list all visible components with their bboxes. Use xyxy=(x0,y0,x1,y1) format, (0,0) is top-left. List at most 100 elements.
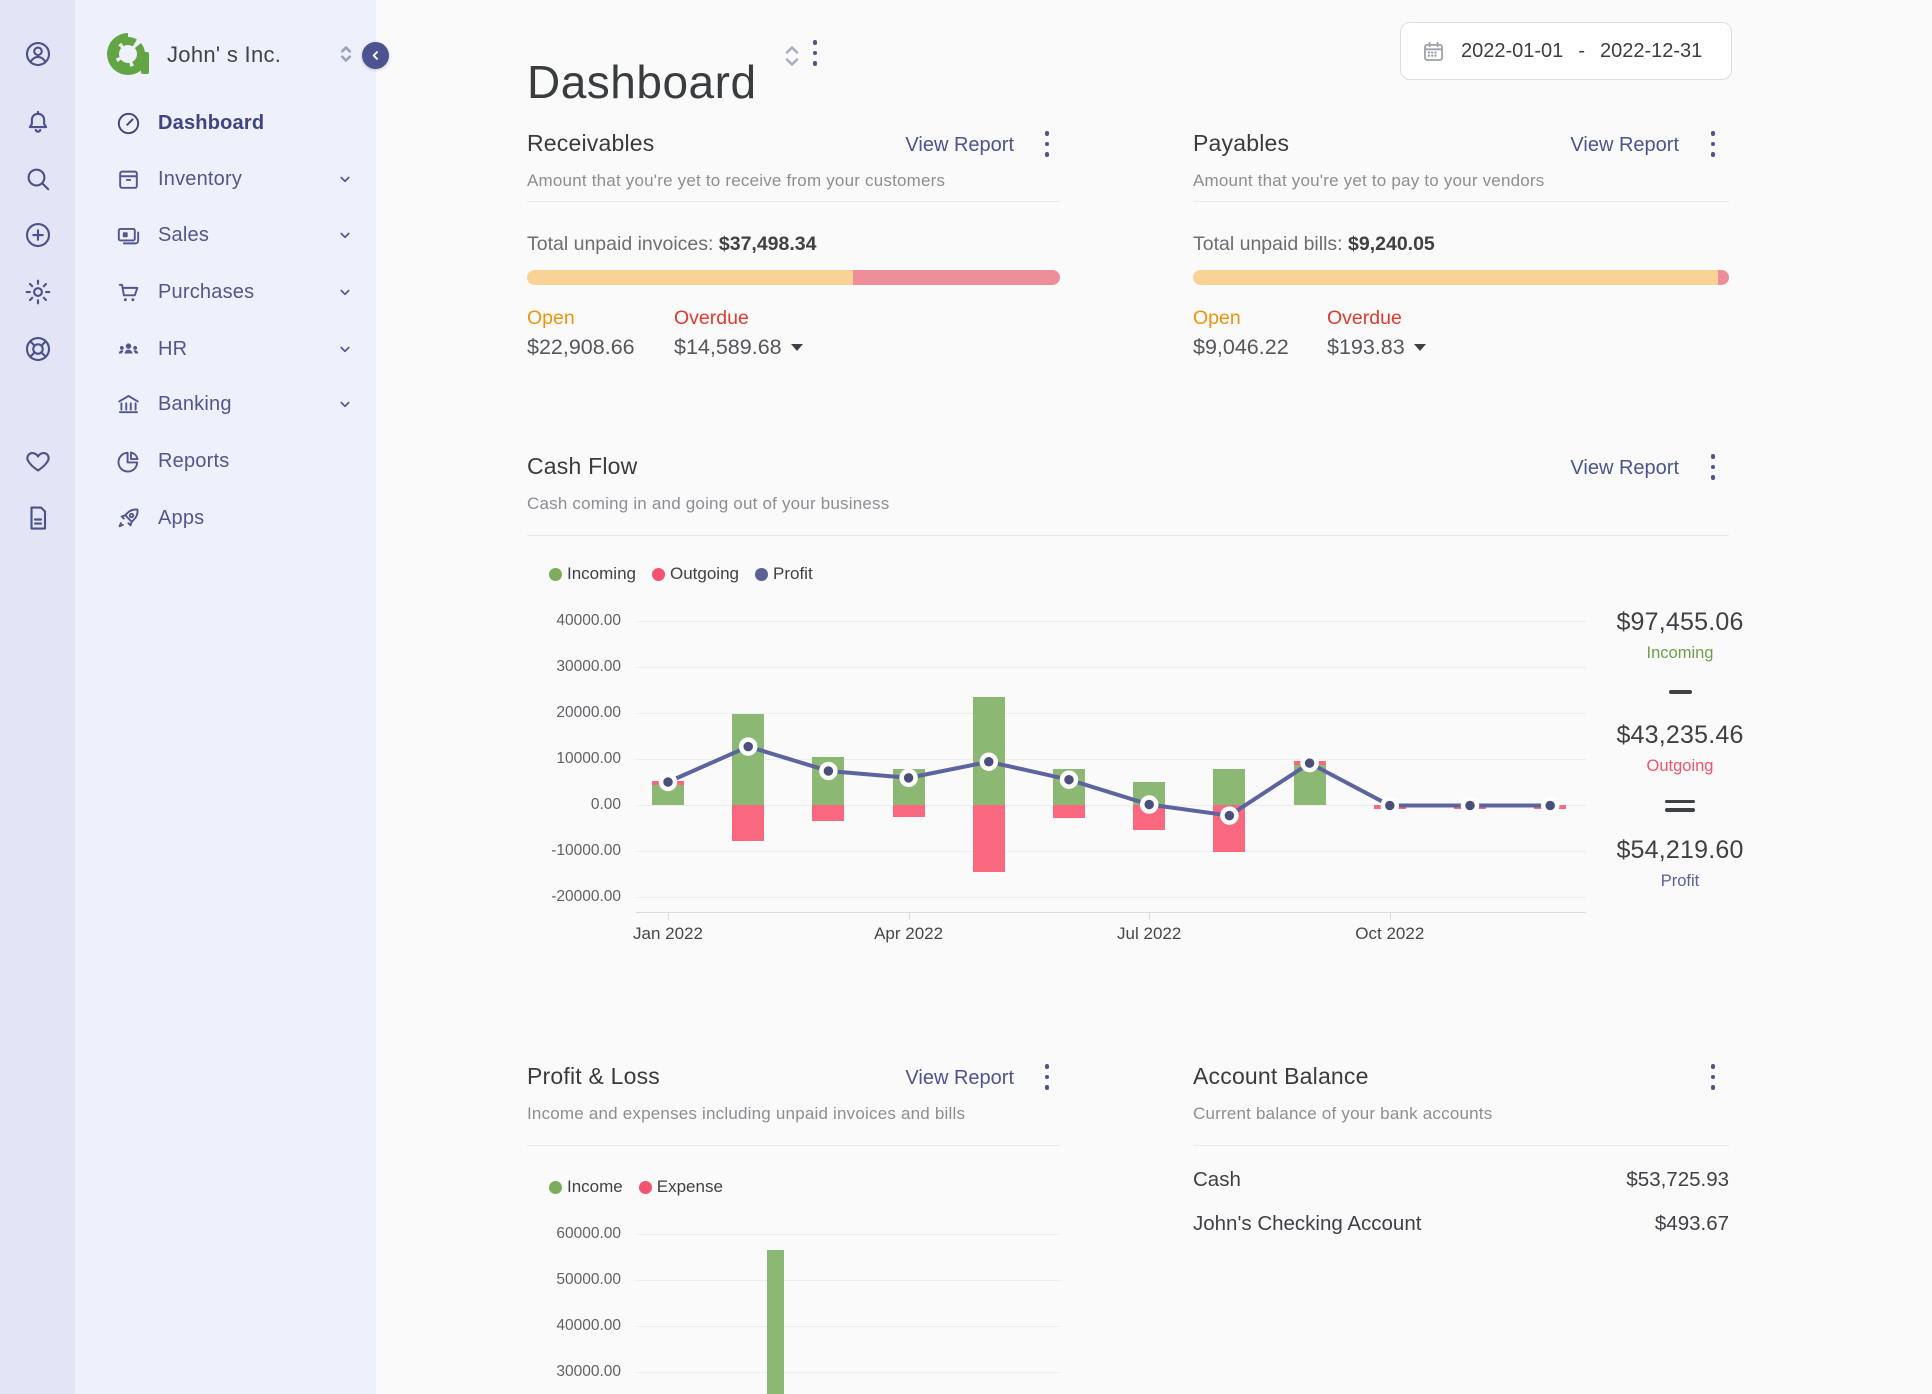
cash-flow-subtitle: Cash coming in and going out of your bus… xyxy=(527,494,890,513)
sidebar-item-apps[interactable]: Apps xyxy=(75,492,376,544)
company-switcher-icon[interactable] xyxy=(333,41,359,67)
dashboard-menu-kebab[interactable] xyxy=(808,40,822,66)
receivables-view-report-link[interactable]: View Report xyxy=(905,134,1014,157)
profit-point[interactable] xyxy=(899,768,918,788)
overdue-dropdown-caret-icon[interactable] xyxy=(790,344,803,351)
cash-flow-view-report-link[interactable]: View Report xyxy=(1570,457,1679,480)
profit-loss-chart: 60000.00 50000.00 40000.00 30000.00 xyxy=(556,1216,1060,1394)
account-value: $493.67 xyxy=(1654,1212,1729,1235)
settings-gear-icon[interactable] xyxy=(23,277,53,307)
sidebar-item-label: HR xyxy=(158,337,188,360)
legend-item-profit[interactable]: Profit xyxy=(754,564,813,584)
profit-point[interactable] xyxy=(979,752,999,772)
chevron-down-icon[interactable] xyxy=(336,170,354,188)
payables-overdue-label: Overdue xyxy=(1327,307,1402,329)
payables-kebab[interactable] xyxy=(1706,131,1720,157)
payables-progress-bar xyxy=(1193,270,1729,285)
search-icon[interactable] xyxy=(23,164,53,194)
create-new-icon[interactable] xyxy=(23,220,53,250)
profit-point[interactable] xyxy=(738,737,758,756)
sidebar-item-label: Apps xyxy=(158,506,205,529)
chevron-down-icon[interactable] xyxy=(336,283,354,301)
x-axis-tick-label: Jan 2022 xyxy=(633,924,703,943)
profit-point[interactable] xyxy=(1220,806,1239,825)
legend-dot-icon xyxy=(638,1180,652,1194)
chevron-down-icon[interactable] xyxy=(336,340,354,358)
profit-point[interactable] xyxy=(1139,795,1159,814)
sidebar-item-sales[interactable]: Sales xyxy=(75,209,376,261)
pie-chart-icon xyxy=(115,448,142,475)
account-balance-row: Cash $53,725.93 xyxy=(1193,1158,1729,1202)
account-name: Cash xyxy=(1193,1168,1241,1191)
payables-title: Payables xyxy=(1193,130,1290,156)
chevron-down-icon[interactable] xyxy=(336,226,354,244)
y-axis-tick-label: 40000.00 xyxy=(556,612,621,629)
sidebar-collapse-button[interactable] xyxy=(362,42,389,69)
notifications-bell-icon[interactable] xyxy=(23,108,53,138)
dashboard-page: John' s Inc. Dashboard Inventory Sales Purc… xyxy=(0,0,1932,1394)
account-balance-kebab[interactable] xyxy=(1706,1064,1720,1090)
profit-point[interactable] xyxy=(1460,796,1480,815)
documents-icon[interactable] xyxy=(23,503,53,533)
gridline xyxy=(636,1372,1060,1373)
cash-flow-title: Cash Flow xyxy=(527,453,638,479)
user-account-icon[interactable] xyxy=(23,39,53,69)
sidebar-item-hr[interactable]: HR xyxy=(75,323,376,375)
sidebar-item-label: Reports xyxy=(158,449,230,472)
legend-item-outgoing[interactable]: Outgoing xyxy=(651,564,739,584)
sidebar-item-label: Banking xyxy=(158,392,232,415)
sidebar-item-reports[interactable]: Reports xyxy=(75,435,376,487)
progress-overdue-segment xyxy=(1717,270,1729,285)
sidebar-item-inventory[interactable]: Inventory xyxy=(75,153,376,205)
profit-point[interactable] xyxy=(1059,770,1079,789)
overdue-dropdown-caret-icon[interactable] xyxy=(1413,344,1426,351)
profit-total: $54,219.60 xyxy=(1616,835,1744,864)
account-balance-rows: Cash $53,725.93 John's Checking Account $49… xyxy=(1193,1158,1729,1246)
receivables-progress-bar xyxy=(527,270,1060,285)
account-balance-title: Account Balance xyxy=(1193,1063,1369,1089)
legend-item-income[interactable]: Income xyxy=(549,1177,623,1197)
profit-point[interactable] xyxy=(1540,796,1560,815)
help-life-ring-icon[interactable] xyxy=(23,334,53,364)
cash-flow-summary: $97,455.06 Incoming $43,235.46 Outgoing … xyxy=(1597,608,1763,891)
profit-point[interactable] xyxy=(1380,796,1400,815)
profit-loss-kebab[interactable] xyxy=(1040,1064,1054,1090)
income-bar[interactable] xyxy=(767,1250,785,1394)
sidebar-item-banking[interactable]: Banking xyxy=(75,378,376,430)
y-axis-tick-label: 30000.00 xyxy=(556,658,621,675)
payables-view-report-link[interactable]: View Report xyxy=(1570,134,1679,157)
legend-label: Incoming xyxy=(567,564,636,583)
payables-total-value: $9,240.05 xyxy=(1348,233,1435,255)
sidebar-item-dashboard[interactable]: Dashboard xyxy=(75,97,376,149)
y-axis-tick-label: 30000.00 xyxy=(556,1363,621,1380)
icon-rail xyxy=(0,0,75,1394)
cash-flow-kebab[interactable] xyxy=(1706,454,1720,480)
receivables-kebab[interactable] xyxy=(1040,131,1054,157)
incoming-total: $97,455.06 xyxy=(1616,608,1744,636)
gridline xyxy=(636,1280,1060,1281)
profit-point[interactable] xyxy=(658,772,678,792)
progress-overdue-segment xyxy=(852,270,1060,285)
legend-item-expense[interactable]: Expense xyxy=(638,1177,723,1197)
date-range-picker[interactable]: 2022-01-01 - 2022-12-31 xyxy=(1400,22,1732,80)
sidebar-item-purchases[interactable]: Purchases xyxy=(75,266,376,318)
y-axis-tick-label: -10000.00 xyxy=(551,842,621,859)
profit-loss-view-report-link[interactable]: View Report xyxy=(905,1067,1014,1090)
chevron-down-icon[interactable] xyxy=(336,395,354,413)
profit-point[interactable] xyxy=(1300,753,1319,773)
profit-loss-legend: Income Expense xyxy=(549,1177,723,1197)
people-icon xyxy=(115,336,142,363)
favorites-heart-icon[interactable] xyxy=(23,446,53,476)
dashboard-switcher-icon[interactable] xyxy=(780,42,804,70)
payables-subtitle: Amount that you're yet to pay to your ve… xyxy=(1193,171,1545,190)
profit-point[interactable] xyxy=(819,761,838,781)
rocket-icon xyxy=(115,505,142,532)
cash-icon xyxy=(115,222,142,249)
progress-open-segment xyxy=(527,270,853,285)
legend-label: Outgoing xyxy=(669,564,739,583)
sidebar-item-label: Sales xyxy=(158,223,210,246)
y-axis-tick-label: 60000.00 xyxy=(556,1225,621,1242)
legend-item-incoming[interactable]: Incoming xyxy=(549,564,636,584)
receivables-open-value: $22,908.66 xyxy=(527,335,635,359)
payables-overdue-amount: $193.83 xyxy=(1327,335,1405,359)
